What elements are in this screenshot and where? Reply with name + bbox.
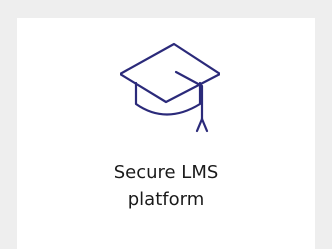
feature-title-line-2: platform <box>127 189 205 210</box>
graduation-cap-icon <box>120 42 220 142</box>
feature-card: Secure LMS platform <box>17 18 315 249</box>
feature-title: Secure LMS platform <box>17 159 315 213</box>
feature-title-line-1: Secure LMS <box>113 162 219 183</box>
